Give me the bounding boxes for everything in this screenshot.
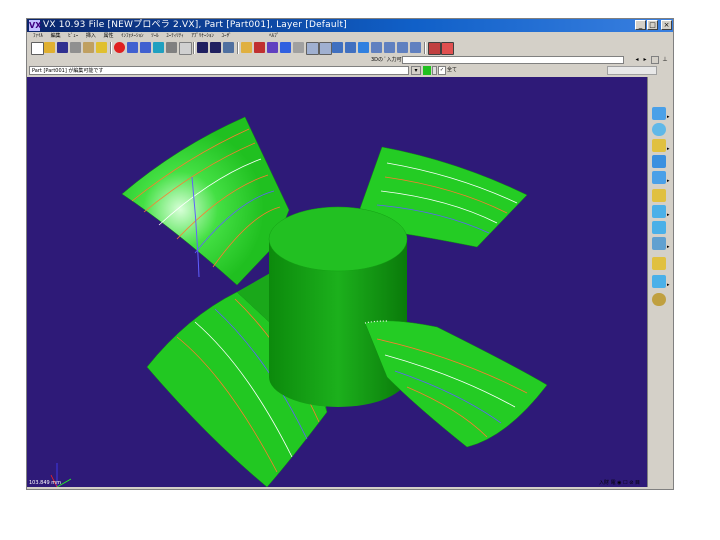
app-window: VX VX 10.93 File [NEWプロペラ 2.VX], Part [P…	[26, 18, 674, 490]
view-front-icon[interactable]	[371, 42, 382, 53]
pan-icon[interactable]	[345, 42, 356, 53]
cylinder-icon[interactable]	[652, 155, 666, 168]
sphere-grid-icon[interactable]	[652, 123, 666, 136]
zoom-icon[interactable]	[306, 42, 319, 55]
view-top-icon[interactable]	[384, 42, 395, 53]
light-icon[interactable]	[652, 293, 666, 306]
view-iso-icon[interactable]	[410, 42, 421, 53]
3d-viewport[interactable]: 103.849 mm	[27, 77, 647, 487]
select-icon[interactable]	[179, 42, 192, 55]
maximize-button[interactable]: □	[647, 20, 658, 30]
menu-application[interactable]: ｱﾌﾟﾘｹｰｼｮﾝ	[191, 32, 214, 41]
hub-top	[268, 206, 408, 272]
face-icon[interactable]	[652, 221, 666, 234]
status-message: Part [Part001] が編集可能です	[29, 66, 409, 75]
flyout-arrow-icon[interactable]: ▸	[667, 283, 671, 288]
folder-icon[interactable]	[96, 42, 107, 53]
menu-help[interactable]: ﾍﾙﾌﾟ	[269, 32, 279, 41]
title-bar[interactable]: VX VX 10.93 File [NEWプロペラ 2.VX], Part [P…	[27, 19, 673, 32]
menu-insert[interactable]: 挿入	[86, 32, 96, 41]
window-icon[interactable]	[223, 42, 234, 53]
toolbar-separator	[193, 42, 195, 54]
shapes-icon[interactable]	[254, 42, 265, 53]
close-button[interactable]: ×	[661, 20, 672, 30]
window-title: VX 10.93 File [NEWプロペラ 2.VX], Part [Part…	[43, 20, 347, 30]
brush-icon[interactable]	[83, 42, 94, 53]
paint-icon[interactable]	[652, 189, 666, 202]
right-toolbar: ▸ ▸ ▸ ▸ ▸ ▸	[647, 77, 673, 487]
menu-attribute[interactable]: 属性	[103, 32, 113, 41]
box-icon[interactable]	[652, 107, 666, 120]
redo-icon[interactable]	[140, 42, 151, 53]
arrow-right-icon[interactable]: ▸	[641, 56, 649, 64]
monitor-icon[interactable]	[197, 42, 208, 53]
menu-file[interactable]: ﾌｧｲﾙ	[33, 32, 43, 41]
status-tools[interactable]: 入財 電 ◉ ☐ ⊘ 目	[599, 479, 640, 487]
propeller-model	[50, 116, 548, 487]
flyout-arrow-icon[interactable]: ▸	[667, 213, 671, 218]
checkbox-icon[interactable]: ✓	[438, 66, 446, 75]
pointer-icon[interactable]	[267, 42, 278, 53]
flyout-arrow-icon[interactable]: ▸	[667, 147, 671, 152]
pin-icon[interactable]: ⊥	[661, 56, 669, 64]
print-icon[interactable]	[70, 42, 81, 53]
render-icon[interactable]	[428, 42, 441, 55]
flyout-arrow-icon[interactable]: ▸	[667, 115, 671, 120]
fit-icon[interactable]	[332, 42, 343, 53]
line-icon[interactable]	[293, 42, 304, 53]
menu-user[interactable]: ﾕｰｻﾞ	[221, 32, 231, 41]
menu-information[interactable]: ｲﾝﾌｫﾒｰｼｮﾝ	[121, 32, 144, 41]
flyout-arrow-icon[interactable]: ▸	[667, 179, 671, 184]
refresh-icon[interactable]	[153, 42, 164, 53]
view-right-icon[interactable]	[397, 42, 408, 53]
menu-view[interactable]: ﾋﾞｭｰ	[68, 32, 78, 41]
save-icon[interactable]	[57, 42, 68, 53]
cube-icon[interactable]	[358, 42, 369, 53]
status-row: Part [Part001] が編集可能です ▾ ✓ 全て	[27, 65, 673, 76]
all-label: 全て	[447, 67, 458, 73]
flyout-arrow-icon[interactable]: ▸	[667, 245, 671, 250]
shade-icon[interactable]	[652, 275, 666, 288]
toolbar-separator	[237, 42, 239, 54]
toolbar-separator	[424, 42, 426, 54]
arrow-left-icon[interactable]: ◂	[633, 56, 641, 64]
command-input[interactable]	[402, 56, 624, 64]
new-file-icon[interactable]	[31, 42, 44, 55]
box-icon[interactable]	[652, 171, 666, 184]
shape-icon[interactable]	[652, 139, 666, 152]
display-icon[interactable]	[210, 42, 221, 53]
filter-field[interactable]	[607, 66, 657, 75]
plane-icon[interactable]	[652, 237, 666, 250]
layer-icon[interactable]	[652, 257, 666, 270]
tool-icon[interactable]	[166, 42, 177, 53]
color-swatch-icon[interactable]	[423, 66, 431, 75]
grid-icon[interactable]	[651, 56, 659, 64]
menu-tools[interactable]: ﾂｰﾙ	[151, 32, 159, 41]
rotate-icon[interactable]	[652, 205, 666, 218]
menu-bar: ﾌｧｲﾙ 編集 ﾋﾞｭｰ 挿入 属性 ｲﾝﾌｫﾒｰｼｮﾝ ﾂｰﾙ ﾕｰﾃｨﾘﾃｨ…	[27, 32, 673, 41]
pencil-icon[interactable]	[241, 42, 252, 53]
layer-dropdown-icon[interactable]: ▾	[411, 66, 421, 75]
menu-utility[interactable]: ﾕｰﾃｨﾘﾃｨ	[166, 32, 184, 41]
coordinate-readout: 103.849 mm	[29, 480, 62, 486]
minimize-button[interactable]: _	[635, 20, 646, 30]
open-folder-icon[interactable]	[44, 42, 55, 53]
menu-edit[interactable]: 編集	[51, 32, 61, 41]
input-row: 3Dの ﾞ入力可能 ◂ ▸ ⊥	[27, 55, 673, 65]
layer-toggle-icon[interactable]	[432, 66, 437, 75]
main-toolbar	[27, 41, 673, 55]
image-icon[interactable]	[441, 42, 454, 55]
arrow-left-icon[interactable]	[280, 42, 291, 53]
stop-icon[interactable]	[114, 42, 125, 53]
toolbar-separator	[110, 42, 112, 54]
app-logo-icon: VX	[29, 20, 42, 31]
undo-icon[interactable]	[127, 42, 138, 53]
zoom-window-icon[interactable]	[319, 42, 332, 55]
blade-upper-left	[121, 116, 290, 286]
